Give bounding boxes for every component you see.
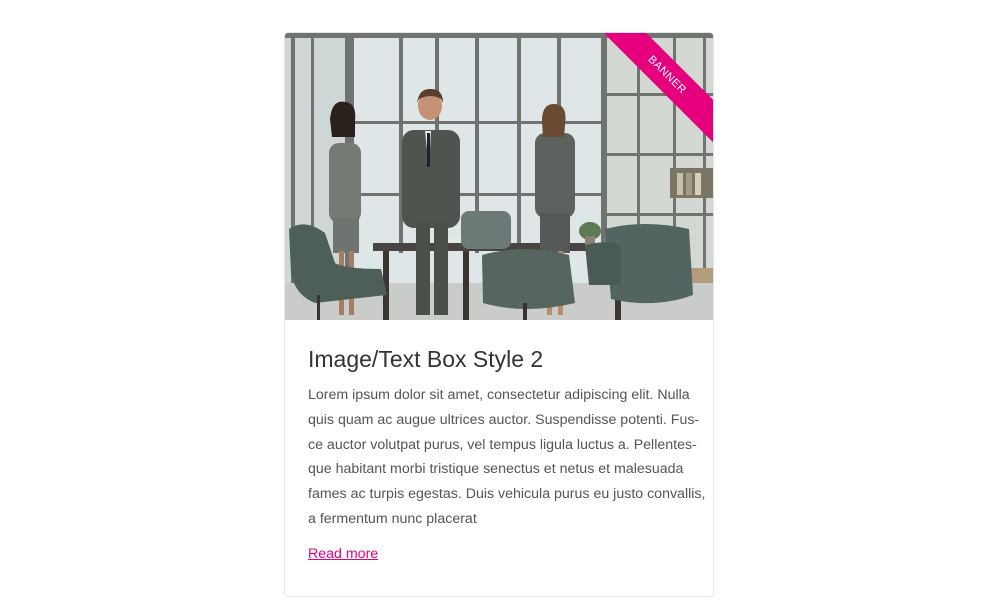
description-line: a fermentum nunc placerat [308,510,477,527]
card-description: Lorem ipsum dolor sit amet, consectetur … [308,383,706,532]
office-meeting-photo: BANNER [285,33,713,320]
description-line: Lorem ipsum dolor sit amet, consectetur … [308,387,690,403]
image-text-card: BANNER Image/Text Box Style 2 Lorem ipsu… [284,32,714,597]
description-line: que habitant morbi tristique senectus et… [308,461,684,478]
description-line: fames ac turpis egestas. Duis vehicula p… [308,486,706,503]
description-line: ce auctor volutpat purus, vel tempus lig… [308,436,697,453]
description-line: quis quam ac augue ultrices auctor. Susp… [308,411,700,428]
card-title: Image/Text Box Style 2 [308,346,544,372]
card-body: Image/Text Box Style 2 Lorem ipsum dolor… [308,320,706,563]
read-more-link[interactable]: Read more [308,546,378,562]
